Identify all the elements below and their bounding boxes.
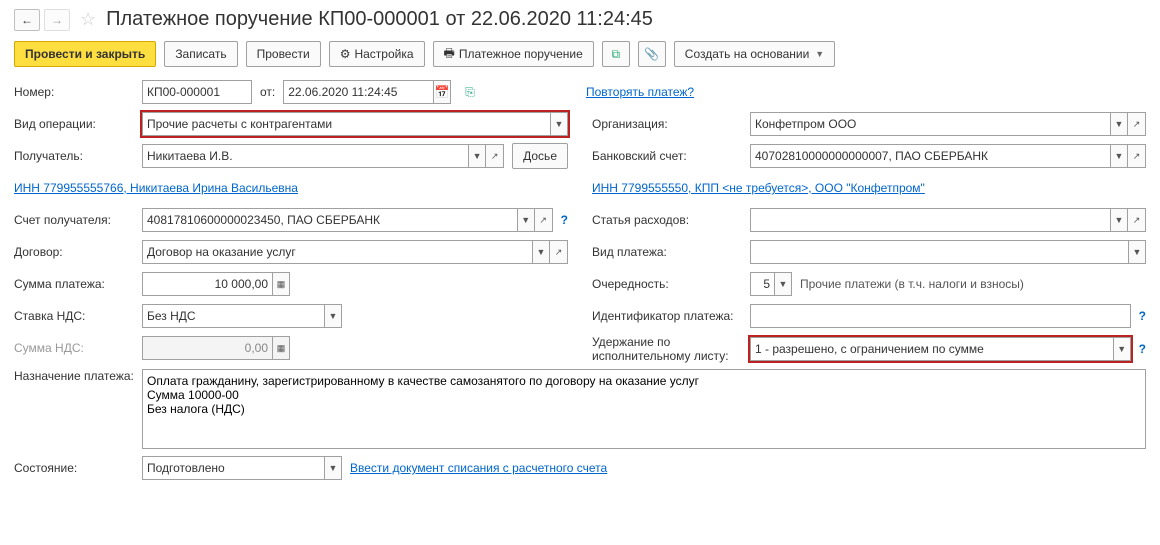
state-dropdown[interactable]: ▼ — [324, 456, 342, 480]
payment-type-select[interactable] — [750, 240, 1128, 264]
recipient-dropdown[interactable]: ▼ — [468, 144, 486, 168]
op-type-dropdown[interactable]: ▼ — [550, 112, 568, 136]
post-button[interactable]: Провести — [246, 41, 321, 67]
contract-label: Договор: — [14, 245, 134, 259]
vat-sum-label: Сумма НДС: — [14, 341, 134, 355]
recipient-label: Получатель: — [14, 149, 134, 163]
payment-type-label: Вид платежа: — [592, 245, 742, 259]
recipient-input[interactable]: Никитаева И.В. — [142, 144, 468, 168]
payment-type-dropdown[interactable]: ▼ — [1128, 240, 1146, 264]
priority-hint: Прочие платежи (в т.ч. налоги и взносы) — [800, 277, 1024, 291]
from-label: от: — [260, 85, 275, 99]
save-button[interactable]: Записать — [164, 41, 237, 67]
priority-label: Очередность: — [592, 277, 742, 291]
withholding-label: Удержание по исполнительному листу: — [592, 335, 742, 363]
contract-open[interactable]: ↗ — [550, 240, 568, 264]
expense-item-label: Статья расходов: — [592, 213, 742, 227]
vat-sum-input: 0,00 — [142, 336, 272, 360]
op-type-select[interactable]: Прочие расчеты с контрагентами — [142, 112, 550, 136]
expense-item-open[interactable]: ↗ — [1128, 208, 1146, 232]
expense-item-input[interactable] — [750, 208, 1110, 232]
vat-sum-calc: ▦ — [272, 336, 290, 360]
withholding-select[interactable]: 1 - разрешено, с ограничением по сумме — [750, 337, 1113, 361]
purpose-textarea[interactable] — [142, 369, 1146, 449]
withholding-dropdown[interactable]: ▼ — [1113, 337, 1131, 361]
contract-input[interactable]: Договор на оказание услуг — [142, 240, 532, 264]
attach-button[interactable]: 📎 — [638, 41, 666, 67]
payment-id-input[interactable] — [750, 304, 1131, 328]
vat-rate-label: Ставка НДС: — [14, 309, 134, 323]
printer-icon: 🖶 — [444, 44, 455, 65]
payment-id-label: Идентификатор платежа: — [592, 309, 742, 323]
recipient-account-label: Счет получателя: — [14, 213, 134, 227]
organization-input[interactable]: Конфетпром ООО — [750, 112, 1110, 136]
inn-organization-link[interactable]: ИНН 7799555550, КПП <не требуется>, ООО … — [592, 181, 925, 195]
register-icon: ⧉ — [611, 47, 620, 62]
back-button[interactable]: ← — [14, 9, 40, 31]
register-button[interactable]: ⧉ — [602, 41, 630, 67]
calendar-button[interactable]: 📅 — [433, 80, 451, 104]
number-input[interactable]: КП00-000001 — [142, 80, 252, 104]
bank-account-open[interactable]: ↗ — [1128, 144, 1146, 168]
favorite-star-icon[interactable]: ☆ — [80, 9, 96, 30]
number-label: Номер: — [14, 85, 134, 99]
recipient-account-open[interactable]: ↗ — [535, 208, 553, 232]
contract-dropdown[interactable]: ▼ — [532, 240, 550, 264]
vat-rate-dropdown[interactable]: ▼ — [324, 304, 342, 328]
page-title: Платежное поручение КП00-000001 от 22.06… — [106, 8, 653, 31]
print-payment-label: Платежное поручение — [459, 47, 583, 61]
payment-sum-input[interactable]: 10 000,00 — [142, 272, 272, 296]
state-label: Состояние: — [14, 461, 134, 475]
settings-button[interactable]: ⚙ Настройка — [329, 41, 425, 67]
expense-item-dropdown[interactable]: ▼ — [1110, 208, 1128, 232]
organization-label: Организация: — [592, 117, 742, 131]
bank-account-label: Банковский счет: — [592, 149, 742, 163]
calculator-button[interactable]: ▦ — [272, 272, 290, 296]
vat-rate-select[interactable]: Без НДС — [142, 304, 324, 328]
priority-dropdown[interactable]: ▼ — [774, 272, 792, 296]
payment-sum-label: Сумма платежа: — [14, 277, 134, 291]
recipient-open[interactable]: ↗ — [486, 144, 504, 168]
recipient-account-dropdown[interactable]: ▼ — [517, 208, 535, 232]
create-based-label: Создать на основании — [685, 47, 810, 61]
inn-recipient-link[interactable]: ИНН 779955555766, Никитаева Ирина Василь… — [14, 181, 298, 195]
print-payment-button[interactable]: 🖶 Платежное поручение — [433, 41, 594, 67]
state-select[interactable]: Подготовлено — [142, 456, 324, 480]
organization-open[interactable]: ↗ — [1128, 112, 1146, 136]
settings-label: Настройка — [354, 47, 413, 61]
help-icon[interactable]: ? — [1139, 342, 1146, 356]
gear-icon: ⚙ — [340, 47, 351, 61]
organization-dropdown[interactable]: ▼ — [1110, 112, 1128, 136]
bank-account-input[interactable]: 40702810000000000007, ПАО СБЕРБАНК — [750, 144, 1110, 168]
create-based-on-button[interactable]: Создать на основании ▼ — [674, 41, 835, 67]
enter-writeoff-link[interactable]: Ввести документ списания с расчетного сч… — [350, 461, 607, 475]
op-type-label: Вид операции: — [14, 117, 134, 131]
paperclip-icon: 📎 — [644, 47, 659, 61]
post-and-close-button[interactable]: Провести и закрыть — [14, 41, 156, 67]
recipient-account-input[interactable]: 40817810600000023450, ПАО СБЕРБАНК — [142, 208, 517, 232]
calculator-icon: ▦ — [277, 279, 286, 290]
purpose-label: Назначение платежа: — [14, 369, 134, 383]
calculator-icon: ▦ — [277, 343, 286, 354]
priority-input[interactable]: 5 — [750, 272, 774, 296]
bank-account-dropdown[interactable]: ▼ — [1110, 144, 1128, 168]
help-icon[interactable]: ? — [561, 213, 568, 227]
dossier-button[interactable]: Досье — [512, 143, 568, 169]
date-input[interactable]: 22.06.2020 11:24:45 — [283, 80, 433, 104]
forward-button[interactable]: → — [44, 9, 70, 31]
chevron-down-icon: ▼ — [815, 49, 824, 59]
repeat-payment-link[interactable]: Повторять платеж? — [586, 85, 694, 99]
status-icon[interactable]: ⎘ — [465, 85, 475, 100]
help-icon[interactable]: ? — [1139, 309, 1146, 323]
calendar-icon: 📅 — [435, 85, 450, 99]
